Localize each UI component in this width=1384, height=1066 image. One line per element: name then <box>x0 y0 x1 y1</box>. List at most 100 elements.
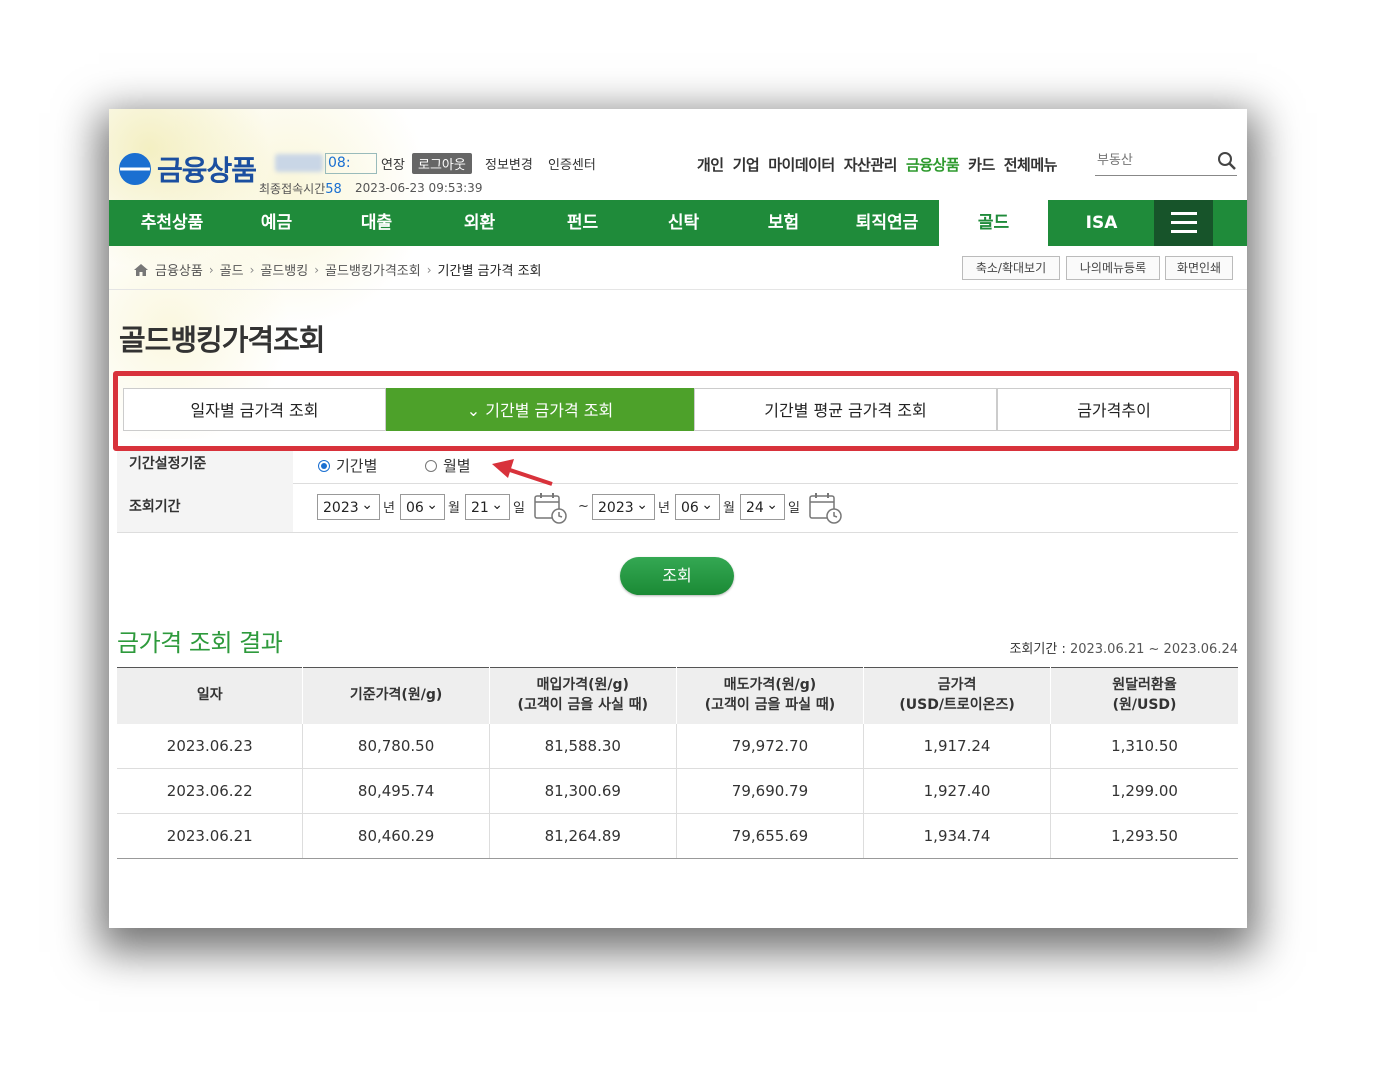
cell-buy-price: 81,588.30 <box>489 724 677 769</box>
nav-item-forex[interactable]: 외환 <box>442 200 517 246</box>
breadcrumb-item[interactable]: 골드뱅킹가격조회 <box>325 260 421 279</box>
search-submit-button[interactable]: 조회 <box>620 557 734 595</box>
top-menu-all[interactable]: 전체메뉴 <box>1004 154 1058 175</box>
zoom-toggle-button[interactable]: 축소/확대보기 <box>962 256 1060 280</box>
nav-item-insurance[interactable]: 보험 <box>746 200 821 246</box>
cell-buy-price: 81,300.69 <box>489 768 677 814</box>
cell-gold-usd: 1,917.24 <box>863 724 1052 769</box>
to-month-select[interactable]: 06 <box>675 492 720 520</box>
nav-item-isa[interactable]: ISA <box>1064 200 1139 246</box>
search-input[interactable] <box>1095 152 1209 169</box>
profile-change-link[interactable]: 정보변경 <box>485 154 533 173</box>
cell-buy-price: 81,264.89 <box>489 813 677 859</box>
nav-item-recommend[interactable]: 추천상품 <box>122 200 222 246</box>
calendar-icon[interactable] <box>808 492 842 524</box>
hamburger-menu-icon[interactable] <box>1154 200 1213 246</box>
range-tilde: ~ <box>578 499 589 514</box>
from-day-select[interactable]: 21 <box>465 492 510 520</box>
browser-page: 금융상품 08: 연장 로그아웃 정보변경 인증센터 최종접속시간58 2023… <box>109 109 1247 928</box>
radio-period[interactable]: 기간별 <box>318 455 377 476</box>
cell-gold-usd: 1,934.74 <box>863 813 1052 859</box>
logo-text: 금융상품 <box>157 154 257 187</box>
col-gold-usd: 금가격 (USD/트로이온즈) <box>863 667 1052 724</box>
radio-monthly[interactable]: 월별 <box>425 455 471 476</box>
cert-center-link[interactable]: 인증센터 <box>548 154 596 173</box>
unit-day: 일 <box>513 501 525 516</box>
table-header-row: 일자 기준가격(원/g) 매입가격(원/g) (고객이 금을 사실 때) 매도가격… <box>117 667 1238 724</box>
calendar-icon[interactable] <box>533 492 567 524</box>
breadcrumb-current: 기간별 금가격 조회 <box>437 264 542 279</box>
chevron-right-icon: › <box>208 262 214 277</box>
main-nav: 추천상품 예금 대출 외환 펀드 신탁 보험 퇴직연금 골드 ISA <box>109 200 1247 246</box>
unit-month: 월 <box>448 501 460 516</box>
session-timer: 08: <box>325 153 377 174</box>
col-buy-price: 매입가격(원/g) (고객이 금을 사실 때) <box>489 667 677 724</box>
top-menu-card[interactable]: 카드 <box>968 154 995 175</box>
chevron-right-icon: › <box>249 262 255 277</box>
logo[interactable]: 금융상품 <box>119 149 257 189</box>
radio-unselected-icon <box>425 459 437 472</box>
result-period-value: 2023.06.21 ~ 2023.06.24 <box>1069 642 1238 657</box>
cell-date: 2023.06.22 <box>117 768 304 814</box>
from-year-select[interactable]: 2023 <box>317 492 380 520</box>
breadcrumb-item[interactable]: 골드 <box>220 260 244 279</box>
result-period: 조회기간 : 2023.06.21 ~ 2023.06.24 <box>1009 638 1238 657</box>
top-menu-asset[interactable]: 자산관리 <box>844 154 898 175</box>
col-exchange-rate: 원달러환율 (원/USD) <box>1050 667 1238 724</box>
top-menu-products[interactable]: 금융상품 <box>906 154 960 175</box>
col-date: 일자 <box>117 667 304 724</box>
last-login: 최종접속시간58 <box>259 180 342 197</box>
top-menu-mydata[interactable]: 마이데이터 <box>768 154 835 175</box>
logout-button[interactable]: 로그아웃 <box>412 153 472 174</box>
search-icon[interactable] <box>1217 151 1237 171</box>
bank-logo-icon <box>119 153 151 185</box>
basis-label: 기간설정기준 <box>117 451 293 483</box>
timer-seconds: 58 <box>325 182 342 197</box>
cell-base-price: 80,460.29 <box>302 813 490 859</box>
from-month-select[interactable]: 06 <box>400 492 445 520</box>
cell-sell-price: 79,655.69 <box>676 813 865 859</box>
cell-date: 2023.06.23 <box>117 724 304 769</box>
last-login-label: 최종접속시간 <box>259 182 326 196</box>
print-button[interactable]: 화면인쇄 <box>1165 256 1233 280</box>
page-title: 골드뱅킹가격조회 <box>119 323 325 357</box>
top-menu-personal[interactable]: 개인 <box>697 154 724 175</box>
top-menu-corporate[interactable]: 기업 <box>733 154 760 175</box>
highlight-box <box>113 371 1239 451</box>
nav-item-pension[interactable]: 퇴직연금 <box>842 200 932 246</box>
nav-item-fund[interactable]: 펀드 <box>545 200 620 246</box>
add-my-menu-button[interactable]: 나의메뉴등록 <box>1066 256 1160 280</box>
nav-item-loan[interactable]: 대출 <box>339 200 414 246</box>
result-title: 금가격 조회 결과 <box>117 629 283 657</box>
cell-sell-price: 79,972.70 <box>676 724 865 769</box>
col-base-price: 기준가격(원/g) <box>302 667 490 724</box>
unit-day: 일 <box>788 501 800 516</box>
extend-session-link[interactable]: 연장 <box>381 154 405 173</box>
unit-month: 월 <box>723 501 735 516</box>
to-year-select[interactable]: 2023 <box>592 492 655 520</box>
breadcrumb-item[interactable]: 금융상품 <box>155 260 203 279</box>
nav-item-trust[interactable]: 신탁 <box>646 200 721 246</box>
cell-base-price: 80,495.74 <box>302 768 490 814</box>
col-sell-price: 매도가격(원/g) (고객이 금을 파실 때) <box>676 667 865 724</box>
cell-exchange-rate: 1,310.50 <box>1050 724 1238 769</box>
table-row: 2023.06.21 80,460.29 81,264.89 79,655.69… <box>117 813 1238 859</box>
nav-item-gold[interactable]: 골드 <box>939 200 1048 246</box>
last-login-time: 2023-06-23 09:53:39 <box>355 181 483 195</box>
breadcrumb-item[interactable]: 골드뱅킹 <box>260 260 308 279</box>
nav-item-deposit[interactable]: 예금 <box>239 200 314 246</box>
table-row: 2023.06.23 80,780.50 81,588.30 79,972.70… <box>117 724 1238 769</box>
home-icon[interactable] <box>133 263 149 277</box>
chevron-right-icon: › <box>426 262 432 277</box>
cell-sell-price: 79,690.79 <box>676 768 865 814</box>
radio-label: 기간별 <box>336 457 378 475</box>
cell-exchange-rate: 1,293.50 <box>1050 813 1238 859</box>
cell-exchange-rate: 1,299.00 <box>1050 768 1238 814</box>
gold-price-table: 일자 기준가격(원/g) 매입가격(원/g) (고객이 금을 사실 때) 매도가격… <box>117 667 1238 859</box>
form-row-basis: 기간설정기준 기간별 월별 <box>117 451 1238 484</box>
to-day-select[interactable]: 24 <box>740 492 785 520</box>
result-period-label: 조회기간 : <box>1009 642 1066 657</box>
unit-year: 년 <box>383 501 395 516</box>
radio-label: 월별 <box>443 457 471 475</box>
search-box <box>1095 149 1237 176</box>
